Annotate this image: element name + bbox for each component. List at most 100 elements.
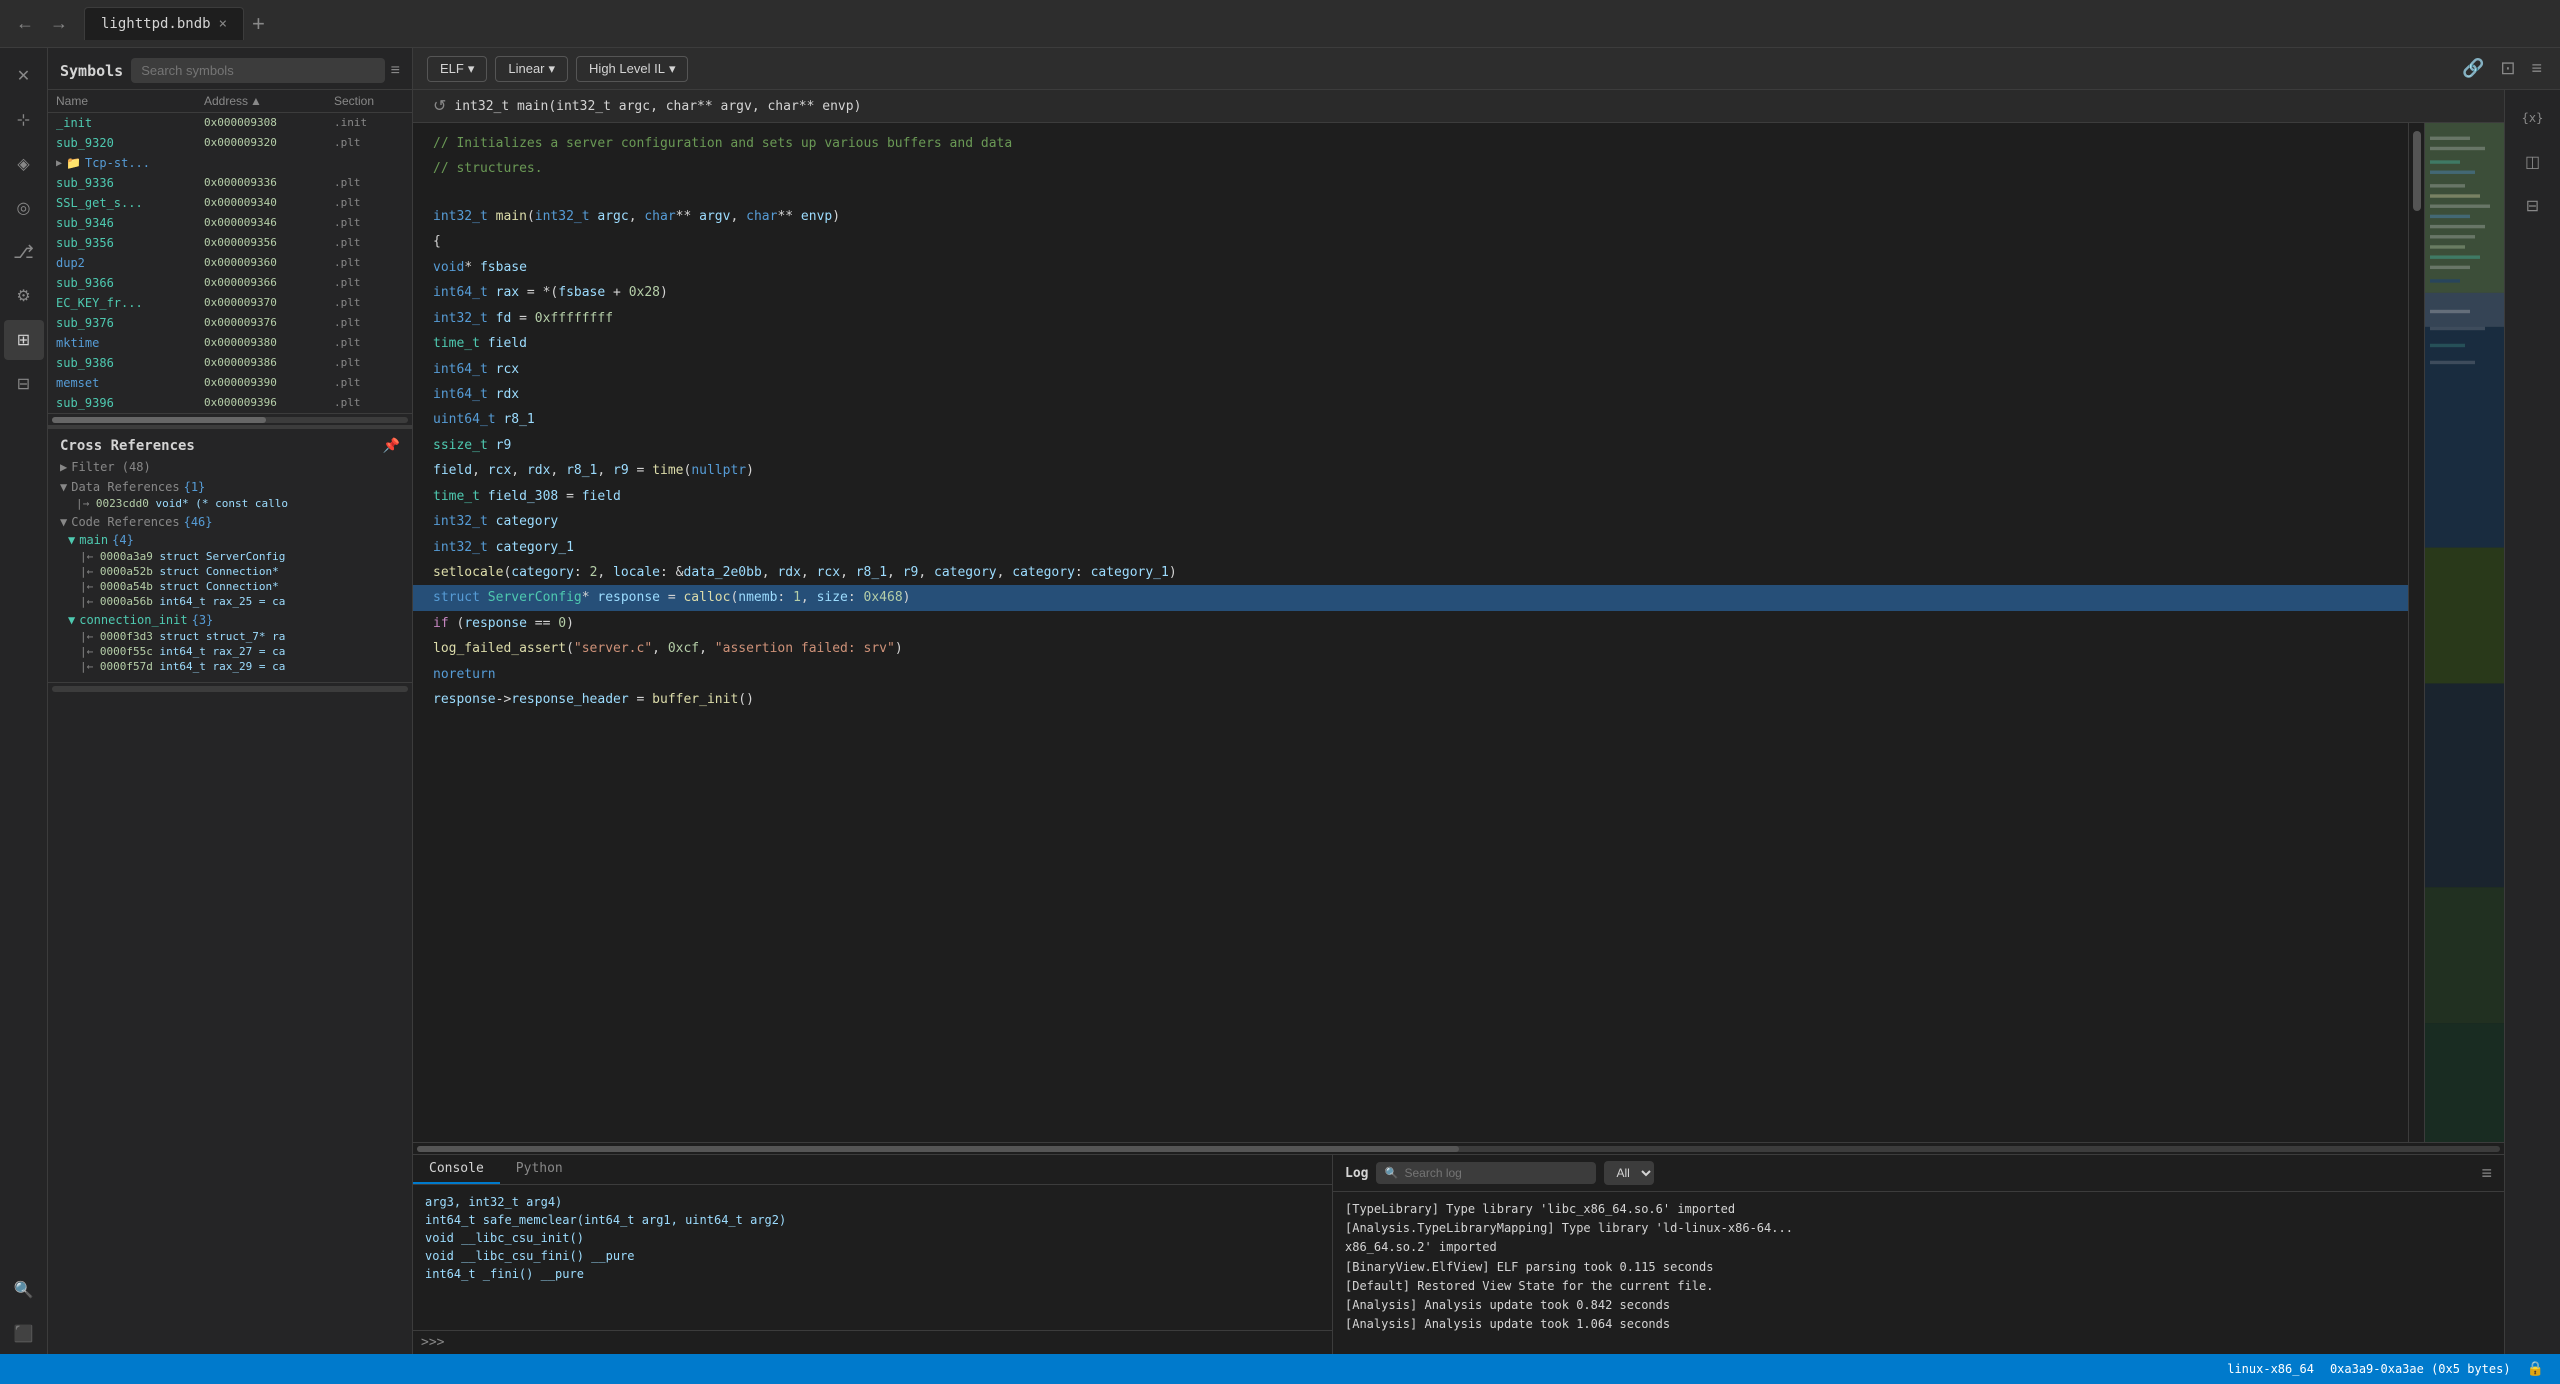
log-content[interactable]: [TypeLibrary] Type library 'libc_x86_64.… — [1333, 1192, 2504, 1354]
xref-filter[interactable]: ▶Filter (48) — [60, 460, 400, 474]
xref-header: Cross References 📌 — [60, 437, 400, 454]
log-line: [Analysis] Analysis update took 1.064 se… — [1345, 1315, 2492, 1334]
list-item[interactable]: dup2 0x000009360 .plt — [48, 253, 412, 273]
console-content[interactable]: arg3, int32_t arg4) int64_t safe_memclea… — [413, 1185, 1332, 1330]
toolbar-menu-button[interactable]: ≡ — [2527, 54, 2546, 83]
list-item[interactable]: SSL_get_s... 0x000009340 .plt — [48, 193, 412, 213]
tab-close-button[interactable]: × — [219, 16, 227, 32]
code-v-scrollbar[interactable] — [2408, 123, 2424, 1142]
tab-console[interactable]: Console — [413, 1155, 500, 1184]
list-item[interactable]: sub_9356 0x000009356 .plt — [48, 233, 412, 253]
location-icon-button[interactable]: ◎ — [4, 188, 44, 228]
list-item[interactable]: sub_9346 0x000009346 .plt — [48, 213, 412, 233]
console-line: int64_t _fini() __pure — [425, 1265, 1320, 1283]
folder-list-item[interactable]: ▶ 📁 Tcp-st... — [48, 153, 412, 173]
list-item[interactable]: mktime 0x000009380 .plt — [48, 333, 412, 353]
list-item[interactable]: sub_9376 0x000009376 .plt — [48, 313, 412, 333]
minimap-svg — [2425, 123, 2504, 1142]
bottom-panels: Console Python arg3, int32_t arg4) int64… — [413, 1154, 2504, 1354]
log-search-input[interactable] — [1376, 1162, 1596, 1184]
cross-icon-button[interactable]: ✕ — [4, 56, 44, 96]
code-ref-item[interactable]: |← 0000a54b struct Connection* — [60, 579, 400, 594]
symbols-title: Symbols — [60, 62, 123, 80]
code-line: void* fsbase — [413, 255, 2408, 280]
list-item[interactable]: sub_9396 0x000009396 .plt — [48, 393, 412, 413]
section-sort-button[interactable]: Section — [334, 94, 404, 108]
bug-icon-button[interactable]: ⚙ — [4, 276, 44, 316]
list-item[interactable]: EC_KEY_fr... 0x000009370 .plt — [48, 293, 412, 313]
console-input[interactable] — [450, 1336, 1324, 1350]
code-ref-item[interactable]: |← 0000a56b int64_t rax_25 = ca — [60, 594, 400, 609]
code-line: int32_t fd = 0xffffffff — [413, 306, 2408, 331]
func-sig-refresh-button[interactable]: ↺ — [433, 96, 446, 116]
layers-icon-button[interactable]: ⊟ — [4, 364, 44, 404]
tag-icon-button[interactable]: ◈ — [4, 144, 44, 184]
log-line: [Default] Restored View State for the cu… — [1345, 1277, 2492, 1296]
symbols-list: _init 0x000009308 .init sub_9320 0x00000… — [48, 113, 412, 413]
log-line: [BinaryView.ElfView] ELF parsing took 0.… — [1345, 1258, 2492, 1277]
code-ref-item[interactable]: |← 0000f55c int64_t rax_27 = ca — [60, 644, 400, 659]
grid-icon-button[interactable]: ⊞ — [4, 320, 44, 360]
list-item[interactable]: _init 0x000009308 .init — [48, 113, 412, 133]
search-icon-button[interactable]: 🔍 — [4, 1270, 44, 1310]
linear-button[interactable]: Linear▾ — [495, 56, 568, 82]
address-sort-button[interactable]: Address▲ — [204, 94, 334, 108]
terminal-icon-button[interactable]: ⬛ — [4, 1314, 44, 1354]
left-sidebar: ✕ ⊹ ◈ ◎ ⎇ ⚙ ⊞ ⊟ 🔍 ⬛ — [0, 48, 48, 1354]
log-title: Log — [1345, 1166, 1368, 1181]
code-ref-item[interactable]: |← 0000a52b struct Connection* — [60, 564, 400, 579]
code-scroll-area[interactable]: // Initializes a server configuration an… — [413, 123, 2408, 1142]
tab-title: lighttpd.bndb — [101, 16, 211, 32]
data-references-section: ▼ Data References {1} |→ 0023cdd0 void* … — [60, 480, 400, 511]
code-line: log_failed_assert("server.c", 0xcf, "ass… — [413, 636, 2408, 661]
tab-python[interactable]: Python — [500, 1155, 579, 1184]
code-ref-item[interactable]: |← 0000f57d int64_t rax_29 = ca — [60, 659, 400, 674]
symbols-h-scrollbar[interactable] — [48, 413, 412, 425]
code-h-scrollbar[interactable] — [413, 1142, 2504, 1154]
list-item[interactable]: sub_9386 0x000009386 .plt — [48, 353, 412, 373]
split-icon-button[interactable]: ⊡ — [2496, 54, 2519, 83]
symbols-search-input[interactable] — [131, 58, 384, 83]
list-item[interactable]: sub_9336 0x000009336 .plt — [48, 173, 412, 193]
list-item[interactable]: sub_9320 0x000009320 .plt — [48, 133, 412, 153]
minimap — [2424, 123, 2504, 1142]
code-references-header[interactable]: ▼ Code References {46} — [60, 515, 400, 529]
code-ref-item[interactable]: |← 0000f3d3 struct struct_7* ra — [60, 629, 400, 644]
branch-icon-button[interactable]: ⎇ — [4, 232, 44, 272]
code-line: int64_t rax = *(fsbase + 0x28) — [413, 280, 2408, 305]
func-sig-text: int32_t main(int32_t argc, char** argv, … — [454, 99, 861, 114]
log-search-icon: 🔍 — [1384, 1167, 1398, 1180]
new-tab-button[interactable]: + — [244, 11, 273, 37]
code-line: int64_t rcx — [413, 357, 2408, 382]
xref-h-scrollbar[interactable] — [48, 682, 412, 694]
code-ref-main[interactable]: ▼main{4} — [60, 531, 400, 549]
elf-button[interactable]: ELF▾ — [427, 56, 487, 82]
symbols-xref-panel: Symbols ≡ Name Address▲ Section _init 0x… — [48, 48, 413, 1354]
cursor-icon-button[interactable]: ⊹ — [4, 100, 44, 140]
code-content: // Initializes a server configuration an… — [413, 123, 2408, 721]
stack-icon-button[interactable]: ⊟ — [2513, 186, 2553, 226]
nav-back-button[interactable]: ← — [8, 13, 42, 34]
log-filter-select[interactable]: All — [1604, 1161, 1654, 1185]
symbols-header: Symbols ≡ — [48, 48, 412, 90]
layers-right-icon-button[interactable]: ◫ — [2513, 142, 2553, 182]
data-ref-item[interactable]: |→ 0023cdd0 void* (* const callo — [60, 496, 400, 511]
log-menu-button[interactable]: ≡ — [2481, 1163, 2492, 1184]
code-line: field, rcx, rdx, r8_1, r9 = time(nullptr… — [413, 458, 2408, 483]
data-references-header[interactable]: ▼ Data References {1} — [60, 480, 400, 494]
symbols-menu-button[interactable]: ≡ — [391, 62, 400, 80]
minimap-visualization — [2425, 123, 2504, 1142]
code-ref-item[interactable]: |← 0000a3a9 struct ServerConfig — [60, 549, 400, 564]
xref-pin-button[interactable]: 📌 — [383, 437, 400, 454]
variable-icon-button[interactable]: {x} — [2513, 98, 2553, 138]
hlil-button[interactable]: High Level IL▾ — [576, 56, 688, 82]
list-item[interactable]: memset 0x000009390 .plt — [48, 373, 412, 393]
log-panel: Log 🔍 All ≡ [TypeLibrary] Type libra — [1333, 1155, 2504, 1354]
code-ref-connection-init[interactable]: ▼connection_init{3} — [60, 611, 400, 629]
name-sort-button[interactable]: Name — [56, 94, 204, 108]
log-search-wrapper: 🔍 — [1376, 1162, 1596, 1184]
list-item[interactable]: sub_9366 0x000009366 .plt — [48, 273, 412, 293]
nav-forward-button[interactable]: → — [42, 13, 76, 34]
link-icon-button[interactable]: 🔗 — [2458, 54, 2488, 83]
active-tab[interactable]: lighttpd.bndb × — [84, 7, 244, 40]
